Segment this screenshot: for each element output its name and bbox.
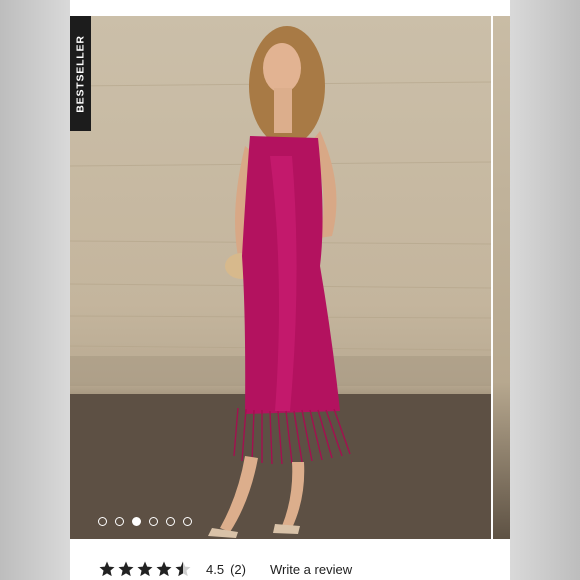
carousel-dot[interactable] bbox=[98, 517, 107, 526]
next-image-peek[interactable] bbox=[491, 16, 510, 539]
star-icon bbox=[137, 561, 153, 577]
star-half-icon bbox=[175, 561, 191, 577]
carousel-dot-active[interactable] bbox=[132, 517, 141, 526]
carousel-dot[interactable] bbox=[166, 517, 175, 526]
rating-value: 4.5 bbox=[206, 561, 225, 577]
carousel-dot[interactable] bbox=[115, 517, 124, 526]
star-icon bbox=[156, 561, 172, 577]
product-image-carousel[interactable]: BESTSELLER bbox=[70, 16, 510, 539]
bestseller-badge: BESTSELLER bbox=[70, 16, 91, 131]
rating-count[interactable]: (2) bbox=[230, 562, 246, 577]
product-photo bbox=[70, 26, 492, 539]
blurred-background-left bbox=[0, 0, 70, 580]
star-icon bbox=[118, 561, 134, 577]
blurred-background-right bbox=[510, 0, 580, 580]
carousel-dot[interactable] bbox=[183, 517, 192, 526]
rating-row: 4.5 (2) Write a review bbox=[98, 558, 352, 580]
star-icon bbox=[99, 561, 115, 577]
star-rating bbox=[98, 560, 192, 578]
write-review-link[interactable]: Write a review bbox=[270, 562, 352, 577]
bestseller-label: BESTSELLER bbox=[74, 34, 87, 113]
product-card: BESTSELLER 4.5 (2) Write a review bbox=[70, 0, 510, 580]
carousel-pagination bbox=[98, 517, 192, 526]
carousel-dot[interactable] bbox=[149, 517, 158, 526]
